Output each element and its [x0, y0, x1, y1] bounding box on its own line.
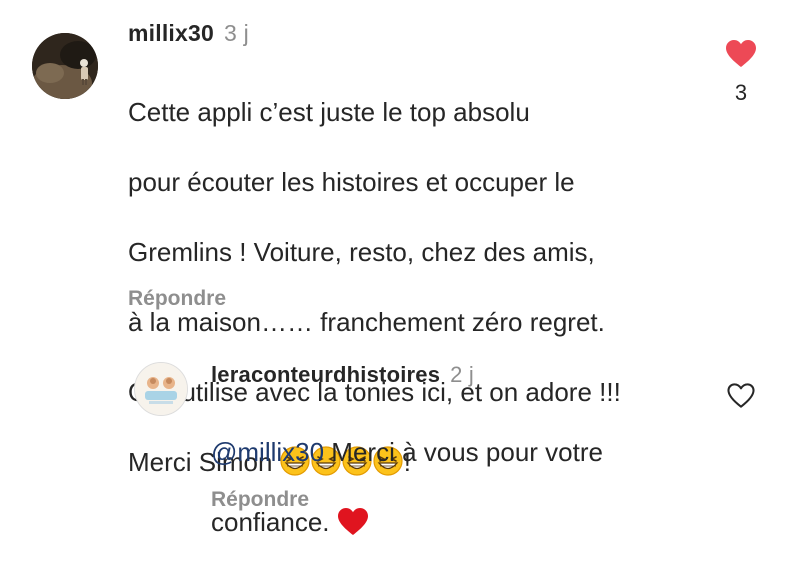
like-button[interactable]: [727, 383, 755, 409]
heart-outline-icon: [727, 383, 755, 408]
reply-button[interactable]: Répondre: [128, 287, 226, 311]
avatar[interactable]: [134, 362, 188, 416]
username-text[interactable]: millix30: [128, 20, 214, 46]
comment-time: 2 j: [450, 362, 474, 387]
reply-line-1: @millix30 Merci à vous pour votre: [211, 435, 711, 470]
comment-leraconteurdhistoires: leraconteurdhistoires 2 j @millix30 Merci…: [0, 340, 800, 537]
comment-username[interactable]: millix30 3 j: [128, 20, 249, 47]
avatar[interactable]: [32, 33, 98, 99]
reply-button[interactable]: Répondre: [211, 488, 309, 512]
reply-text-part: Merci à vous pour votre: [324, 437, 603, 467]
comment-line: Cette appli c’est juste le top absolu: [128, 97, 530, 127]
comment-time: 3 j: [224, 20, 249, 46]
avatar-logo-icon: [135, 363, 187, 415]
heart-filled-icon: [726, 40, 756, 67]
like-button[interactable]: [726, 40, 756, 68]
like-count[interactable]: 3: [721, 80, 761, 106]
avatar-photo-icon: [32, 33, 98, 99]
mention-link[interactable]: @millix30: [211, 437, 324, 467]
reply-username[interactable]: leraconteurdhistoires 2 j: [211, 362, 474, 388]
username-text[interactable]: leraconteurdhistoires: [211, 362, 440, 387]
comment-line: pour écouter les histoires et occuper le: [128, 167, 575, 197]
comment-line: Gremlins ! Voiture, resto, chez des amis…: [128, 237, 595, 267]
red-heart-emoji-icon: [337, 508, 368, 535]
comment-millix30: millix30 3 j Cette appli c’est juste le t…: [0, 0, 800, 477]
